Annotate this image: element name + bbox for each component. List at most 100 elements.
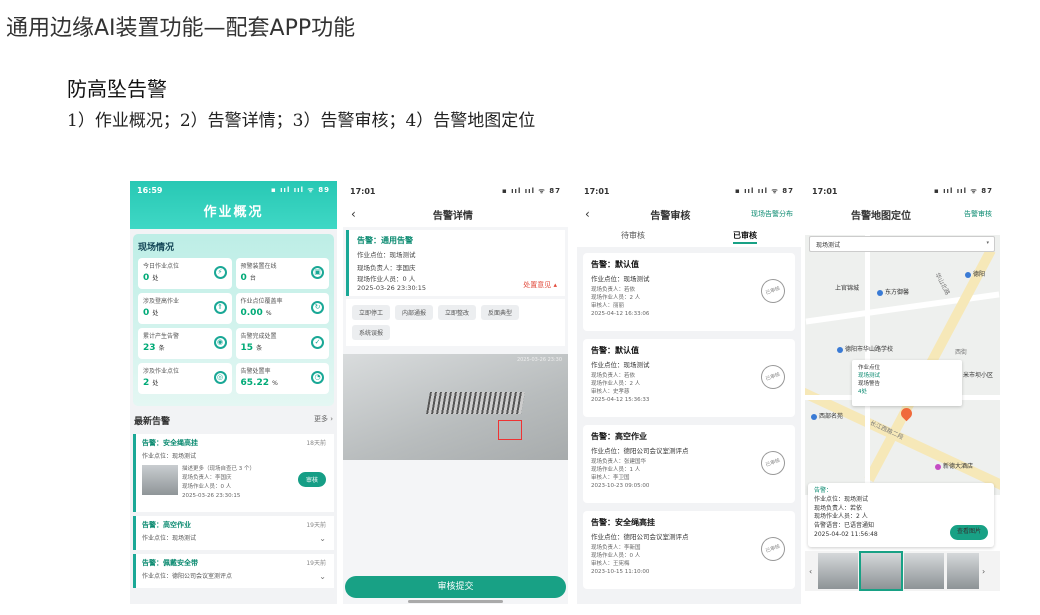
review-title: 告警：高空作业: [591, 432, 647, 441]
chevron-right-icon[interactable]: ›: [982, 567, 988, 576]
review-title: 告警：安全绳高挂: [591, 518, 655, 527]
nav-bar: ‹ 告警详情: [343, 201, 568, 227]
status-bar: 16:59 ▪ ııl ııl ᯤ 89: [130, 181, 337, 199]
metric-number: 0: [143, 273, 150, 283]
phone-alarm-review: 17:01 ▪ ııl ııl ᯤ 87 ‹ 告警审核 现场告警分布 待审核 已审…: [577, 181, 801, 604]
chevron-down-icon[interactable]: ⌄: [319, 572, 326, 581]
alarm-card[interactable]: 告警：高空作业 19天前 作业点位：现场测试 ⌄: [133, 516, 334, 550]
alarm-leader: 现场负责人：李国庆: [357, 264, 416, 272]
dispose-action-button[interactable]: 立即停工: [352, 305, 391, 320]
dispose-action-button[interactable]: 立即整改: [438, 305, 477, 320]
image-thumbnail[interactable]: [904, 553, 944, 589]
metric-unit: %: [265, 310, 272, 317]
metric-number: 65.22: [240, 378, 269, 388]
map-poi: 新德大酒店: [935, 461, 973, 470]
dispose-action-button[interactable]: 反面典型: [481, 305, 520, 320]
review-button[interactable]: 审核: [297, 472, 326, 487]
review-tabs: 待审核 已审核: [577, 227, 801, 247]
status-bar: 17:01 ▪ ııl ııl ᯤ 87: [343, 181, 568, 201]
status-time: 17:01: [812, 186, 838, 196]
alarm-place: 作业点位：现场测试: [357, 251, 416, 259]
review-card[interactable]: 告警：高空作业 作业点位：德阳公司会议室测评点 现场负责人：张建国华 现场作业人员：1…: [583, 425, 795, 503]
alarm-card[interactable]: 告警：安全绳高挂 18天前 作业点位：现场测试 描述更多（现场自查已 3 个） …: [133, 434, 334, 512]
review-line: 现场作业人员：2 人: [591, 295, 641, 301]
review-line: 审核人：李卫国: [591, 475, 630, 481]
poi-label: 华山北路: [933, 271, 951, 297]
review-line: 现场负责人：若依: [591, 287, 636, 293]
status-icons: ▪ ııl ııl ᯤ 87: [501, 186, 561, 195]
metric-card: 告警处置率 65.22 % ◔: [235, 363, 329, 394]
poi-label: 西街: [955, 349, 968, 356]
phone-alarm-map: 17:01 ▪ ııl ııl ᯤ 87 告警地图定位 告警审核 现场测试 ▾ 上官…: [805, 181, 1000, 604]
image-thumbnail[interactable]: [947, 553, 979, 589]
submit-review-button[interactable]: 审核提交: [345, 576, 566, 598]
view-image-button[interactable]: 查看图片: [949, 525, 988, 540]
dispose-toggle[interactable]: 处置意见 ▴: [523, 280, 557, 290]
chevron-down-icon[interactable]: ⌄: [319, 534, 326, 543]
metric-card: 累计产生告警 23 条 ◉: [138, 328, 232, 359]
page-title: 告警详情: [432, 210, 473, 222]
detection-box: [498, 420, 522, 440]
alarm-review-link[interactable]: 告警审核: [964, 209, 992, 219]
metric-card: 作业点位覆盖率 0.00 % ↻: [235, 293, 329, 324]
alarm-place: 作业点位：现场测试: [142, 453, 197, 460]
status-time: 17:01: [350, 186, 376, 196]
back-icon[interactable]: ‹: [585, 207, 590, 221]
review-line: 2025-04-12 15:36:33: [591, 397, 650, 403]
site-select[interactable]: 现场测试 ▾: [809, 236, 995, 252]
popup-line: 4处: [858, 389, 867, 395]
status-icons: ▪ ııl ııl ᯤ 87: [933, 186, 993, 195]
review-card[interactable]: 告警：安全绳高挂 作业点位：德阳公司会议室测评点 现场负责人：李新国 现场作业人员：0…: [583, 511, 795, 589]
alarm-ago: 19天前: [306, 522, 326, 529]
review-place: 作业点位：德阳公司会议室测评点: [591, 447, 689, 455]
metric-card: 涉及作业点位 2 处 ◎: [138, 363, 232, 394]
refresh-icon: ↻: [311, 301, 324, 314]
alarm-distribution-link[interactable]: 现场告警分布: [751, 209, 793, 219]
image-strip: ‹ ›: [805, 551, 1000, 591]
phone-alarm-detail: 17:01 ▪ ııl ııl ᯤ 87 ‹ 告警详情 告警：通用告警 作业点位：…: [343, 181, 568, 604]
map-popup: 作业点位 现场测试 现场警告 4处: [852, 360, 962, 406]
poi-label: 东方御馨: [885, 289, 910, 296]
check-icon: ✓: [311, 336, 324, 349]
site-select-value: 现场测试: [816, 242, 841, 249]
site-overview-card: 现场情况 今日作业点位 0 处 ⚡ 预警装置在线 0 台 ▣ 涉及登高作业 0 处 ⇑ 作业点位覆…: [133, 234, 334, 406]
dispose-action-button[interactable]: 系统误报: [352, 325, 391, 340]
review-line: 2023-10-15 11:10:00: [591, 569, 650, 575]
review-line: 2023-10-23 09:05:00: [591, 483, 650, 489]
map-poi: 华山北路: [933, 271, 952, 296]
dispose-actions: 立即停工 内部通报 立即整改 反面典型系统误报: [346, 299, 565, 346]
nav-bar: 告警地图定位 告警审核: [805, 201, 1000, 227]
dispose-action-button[interactable]: 内部通报: [395, 305, 434, 320]
pie-icon: ◔: [311, 371, 324, 384]
review-card[interactable]: 告警：默认值 作业点位：现场测试 现场负责人：若依 现场作业人员：2 人审核人：丽丽 2…: [583, 253, 795, 331]
phone-overview: 16:59 ▪ ııl ııl ᯤ 89 作业概况 现场情况 今日作业点位 0 处 ⚡…: [130, 181, 337, 604]
back-icon[interactable]: ‹: [351, 207, 356, 221]
info-staff: 现场作业人员：2 人: [814, 513, 868, 521]
review-line: 2025-04-12 16:33:06: [591, 311, 650, 317]
review-line: 审核人：王宪梅: [591, 561, 630, 567]
metric-unit: %: [272, 380, 278, 387]
ceiling-vent: [426, 392, 525, 414]
review-card[interactable]: 告警：默认值 作业点位：现场测试 现场负责人：若依 现场作业人员：2 人审核人：史孝慈…: [583, 339, 795, 417]
alarm-thumbnail[interactable]: [142, 465, 178, 495]
page-title: 告警审核: [650, 210, 691, 222]
alarm-card[interactable]: 告警：佩戴安全带 19天前 作业点位：德阳公司会议室测评点 ⌄: [133, 554, 334, 588]
alarm-title: 告警：高空作业: [142, 521, 191, 529]
image-thumbnail[interactable]: [859, 551, 903, 591]
review-title: 告警：默认值: [591, 346, 639, 355]
status-time: 17:01: [584, 186, 610, 196]
alarm-line: 现场负责人：李国庆: [182, 475, 232, 481]
more-link[interactable]: 更多 ›: [314, 414, 333, 427]
alarm-video[interactable]: 2025-03-26 23:30: [343, 354, 568, 460]
review-list: 告警：默认值 作业点位：现场测试 现场负责人：若依 现场作业人员：2 人审核人：丽丽 2…: [577, 253, 801, 589]
image-thumbnail[interactable]: [818, 553, 858, 589]
chevron-left-icon[interactable]: ‹: [809, 567, 815, 576]
tab-pending[interactable]: 待审核: [577, 227, 689, 247]
slide-title: 通用边缘AI装置功能—配套APP功能: [6, 16, 356, 41]
review-line: 现场负责人：李新国: [591, 545, 641, 551]
alarm-title: 告警：佩戴安全带: [142, 559, 198, 567]
video-timestamp: 2025-03-26 23:30: [516, 357, 562, 363]
review-line: 现场作业人员：1 人: [591, 467, 641, 473]
alarm-ago: 18天前: [306, 440, 326, 447]
tab-reviewed[interactable]: 已审核: [689, 227, 801, 247]
